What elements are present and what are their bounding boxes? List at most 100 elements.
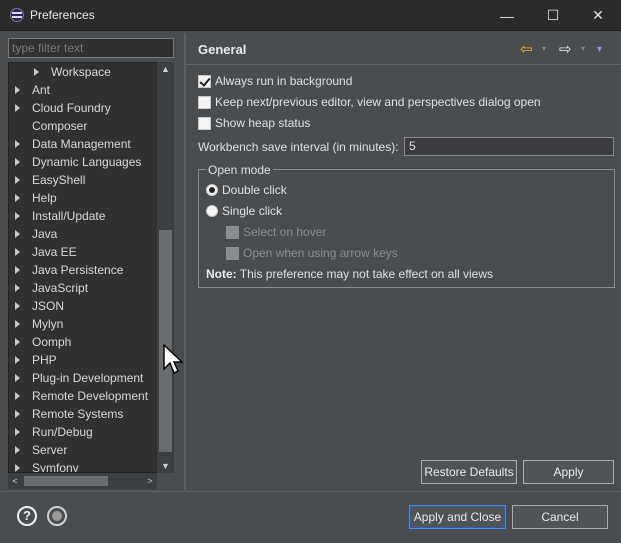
single-click-radio[interactable] <box>206 205 218 217</box>
tree-item[interactable]: Plug-in Development <box>9 369 157 387</box>
open-mode-legend: Open mode <box>206 163 273 177</box>
tree-item[interactable]: Dynamic Languages <box>9 153 157 171</box>
keep-next-prev-checkbox[interactable] <box>198 95 211 109</box>
expand-arrow-icon[interactable] <box>15 158 20 166</box>
tree-item[interactable]: Workspace <box>9 63 157 81</box>
scroll-thumb[interactable] <box>159 230 172 452</box>
double-click-radio[interactable] <box>206 184 218 196</box>
tree-item[interactable]: EasyShell <box>9 171 157 189</box>
tree-item-label: Run/Debug <box>32 425 93 439</box>
scroll-up-icon[interactable]: ▲ <box>157 62 174 76</box>
apply-button[interactable]: Apply <box>523 460 614 484</box>
always-run-background-checkbox[interactable] <box>198 74 211 88</box>
tree-item-label: Install/Update <box>32 209 106 223</box>
expand-arrow-icon[interactable] <box>15 212 20 220</box>
expand-arrow-icon[interactable] <box>15 410 20 418</box>
tree-item-label: Data Management <box>32 137 131 151</box>
restore-defaults-button[interactable]: Restore Defaults <box>421 460 517 484</box>
tree-item[interactable]: Remote Systems <box>9 405 157 423</box>
show-heap-checkbox[interactable] <box>198 116 211 130</box>
expand-arrow-icon[interactable] <box>15 356 20 364</box>
expand-arrow-icon[interactable] <box>34 68 39 76</box>
expand-arrow-icon[interactable] <box>15 86 20 94</box>
tree-item-label: Java <box>32 227 58 241</box>
minimize-button[interactable]: — <box>484 0 530 31</box>
tree-item[interactable]: Install/Update <box>9 207 157 225</box>
title-bar: Preferences — ☐ ✕ <box>0 0 621 31</box>
back-arrow-icon[interactable]: ⇦ <box>520 40 533 58</box>
help-icon[interactable]: ? <box>17 506 37 526</box>
expand-arrow-icon[interactable] <box>15 464 20 472</box>
tree-item[interactable]: PHP <box>9 351 157 369</box>
tree-horizontal-scrollbar[interactable]: < > <box>8 473 157 489</box>
tree-item[interactable]: Server <box>9 441 157 459</box>
view-menu-icon[interactable]: ▾ <box>597 44 602 55</box>
tree-item-label: Symfony <box>32 461 79 473</box>
tree-item[interactable]: Java EE <box>9 243 157 261</box>
expand-arrow-icon[interactable] <box>15 392 20 400</box>
apply-and-close-button[interactable]: Apply and Close <box>409 505 506 529</box>
expand-arrow-icon[interactable] <box>15 230 20 238</box>
expand-arrow-icon[interactable] <box>15 140 20 148</box>
tree-item[interactable]: Java Persistence <box>9 261 157 279</box>
forward-arrow-icon[interactable]: ⇨ <box>559 40 572 58</box>
expand-arrow-icon[interactable] <box>15 338 20 346</box>
always-run-background-option[interactable]: Always run in background <box>198 73 352 89</box>
close-button[interactable]: ✕ <box>575 0 621 31</box>
record-macro-icon[interactable] <box>47 506 67 526</box>
tree-item-label: Oomph <box>32 335 72 349</box>
expand-arrow-icon[interactable] <box>15 104 20 112</box>
expand-arrow-icon[interactable] <box>15 266 20 274</box>
tree-item[interactable]: Java <box>9 225 157 243</box>
filter-input[interactable]: type filter text <box>8 38 174 58</box>
scroll-down-icon[interactable]: ▼ <box>157 459 174 473</box>
scroll-left-icon[interactable]: < <box>8 473 22 489</box>
tree-item-label: EasyShell <box>32 173 86 187</box>
tree-item[interactable]: JSON <box>9 297 157 315</box>
maximize-button[interactable]: ☐ <box>530 0 576 31</box>
expand-arrow-icon[interactable] <box>15 302 20 310</box>
cancel-button[interactable]: Cancel <box>512 505 608 529</box>
expand-arrow-icon[interactable] <box>15 428 20 436</box>
expand-arrow-icon[interactable] <box>15 320 20 328</box>
preference-tree: Workspace Ant Cloud Foundry Composer Data Ma… <box>8 62 174 473</box>
double-click-label: Double click <box>222 183 287 197</box>
open-arrow-keys-checkbox <box>226 246 239 260</box>
show-heap-option[interactable]: Show heap status <box>198 115 310 131</box>
tree-item-label: Server <box>32 443 68 457</box>
tree-item[interactable]: Symfony <box>9 459 157 473</box>
save-interval-input[interactable]: 5 <box>404 137 614 156</box>
window-title: Preferences <box>30 8 95 22</box>
hscroll-thumb[interactable] <box>24 476 108 486</box>
tree-item[interactable]: JavaScript <box>9 279 157 297</box>
note-text: Note: This preference may not take effec… <box>206 267 493 281</box>
tree-vertical-scrollbar[interactable]: ▲ ▼ <box>157 62 174 473</box>
tree-item-label: Mylyn <box>32 317 64 331</box>
expand-arrow-icon[interactable] <box>15 176 20 184</box>
tree-item[interactable]: Cloud Foundry <box>9 99 157 117</box>
expand-arrow-icon[interactable] <box>15 194 20 202</box>
tree-item[interactable]: Ant <box>9 81 157 99</box>
keep-next-prev-label: Keep next/previous editor, view and pers… <box>215 95 541 109</box>
tree-item[interactable]: Run/Debug <box>9 423 157 441</box>
note-label: Note: <box>206 267 237 281</box>
expand-arrow-icon[interactable] <box>15 248 20 256</box>
scroll-right-icon[interactable]: > <box>143 473 157 489</box>
tree-item[interactable]: Remote Development <box>9 387 157 405</box>
double-click-option[interactable]: Double click <box>206 182 287 198</box>
forward-history-dropdown-icon[interactable]: ▾ <box>581 44 585 53</box>
tree-item-label: Help <box>32 191 57 205</box>
keep-next-prev-option[interactable]: Keep next/previous editor, view and pers… <box>198 94 541 110</box>
tree-item[interactable]: Data Management <box>9 135 157 153</box>
single-click-option[interactable]: Single click <box>206 203 282 219</box>
tree-item[interactable]: Help <box>9 189 157 207</box>
tree-item[interactable]: Mylyn <box>9 315 157 333</box>
tree-item[interactable]: Oomph <box>9 333 157 351</box>
tree-item[interactable]: Composer <box>9 117 157 135</box>
footer-divider <box>0 491 621 492</box>
expand-arrow-icon[interactable] <box>15 374 20 382</box>
panel-divider[interactable] <box>184 33 186 490</box>
back-history-dropdown-icon[interactable]: ▾ <box>542 44 546 53</box>
expand-arrow-icon[interactable] <box>15 284 20 292</box>
expand-arrow-icon[interactable] <box>15 446 20 454</box>
